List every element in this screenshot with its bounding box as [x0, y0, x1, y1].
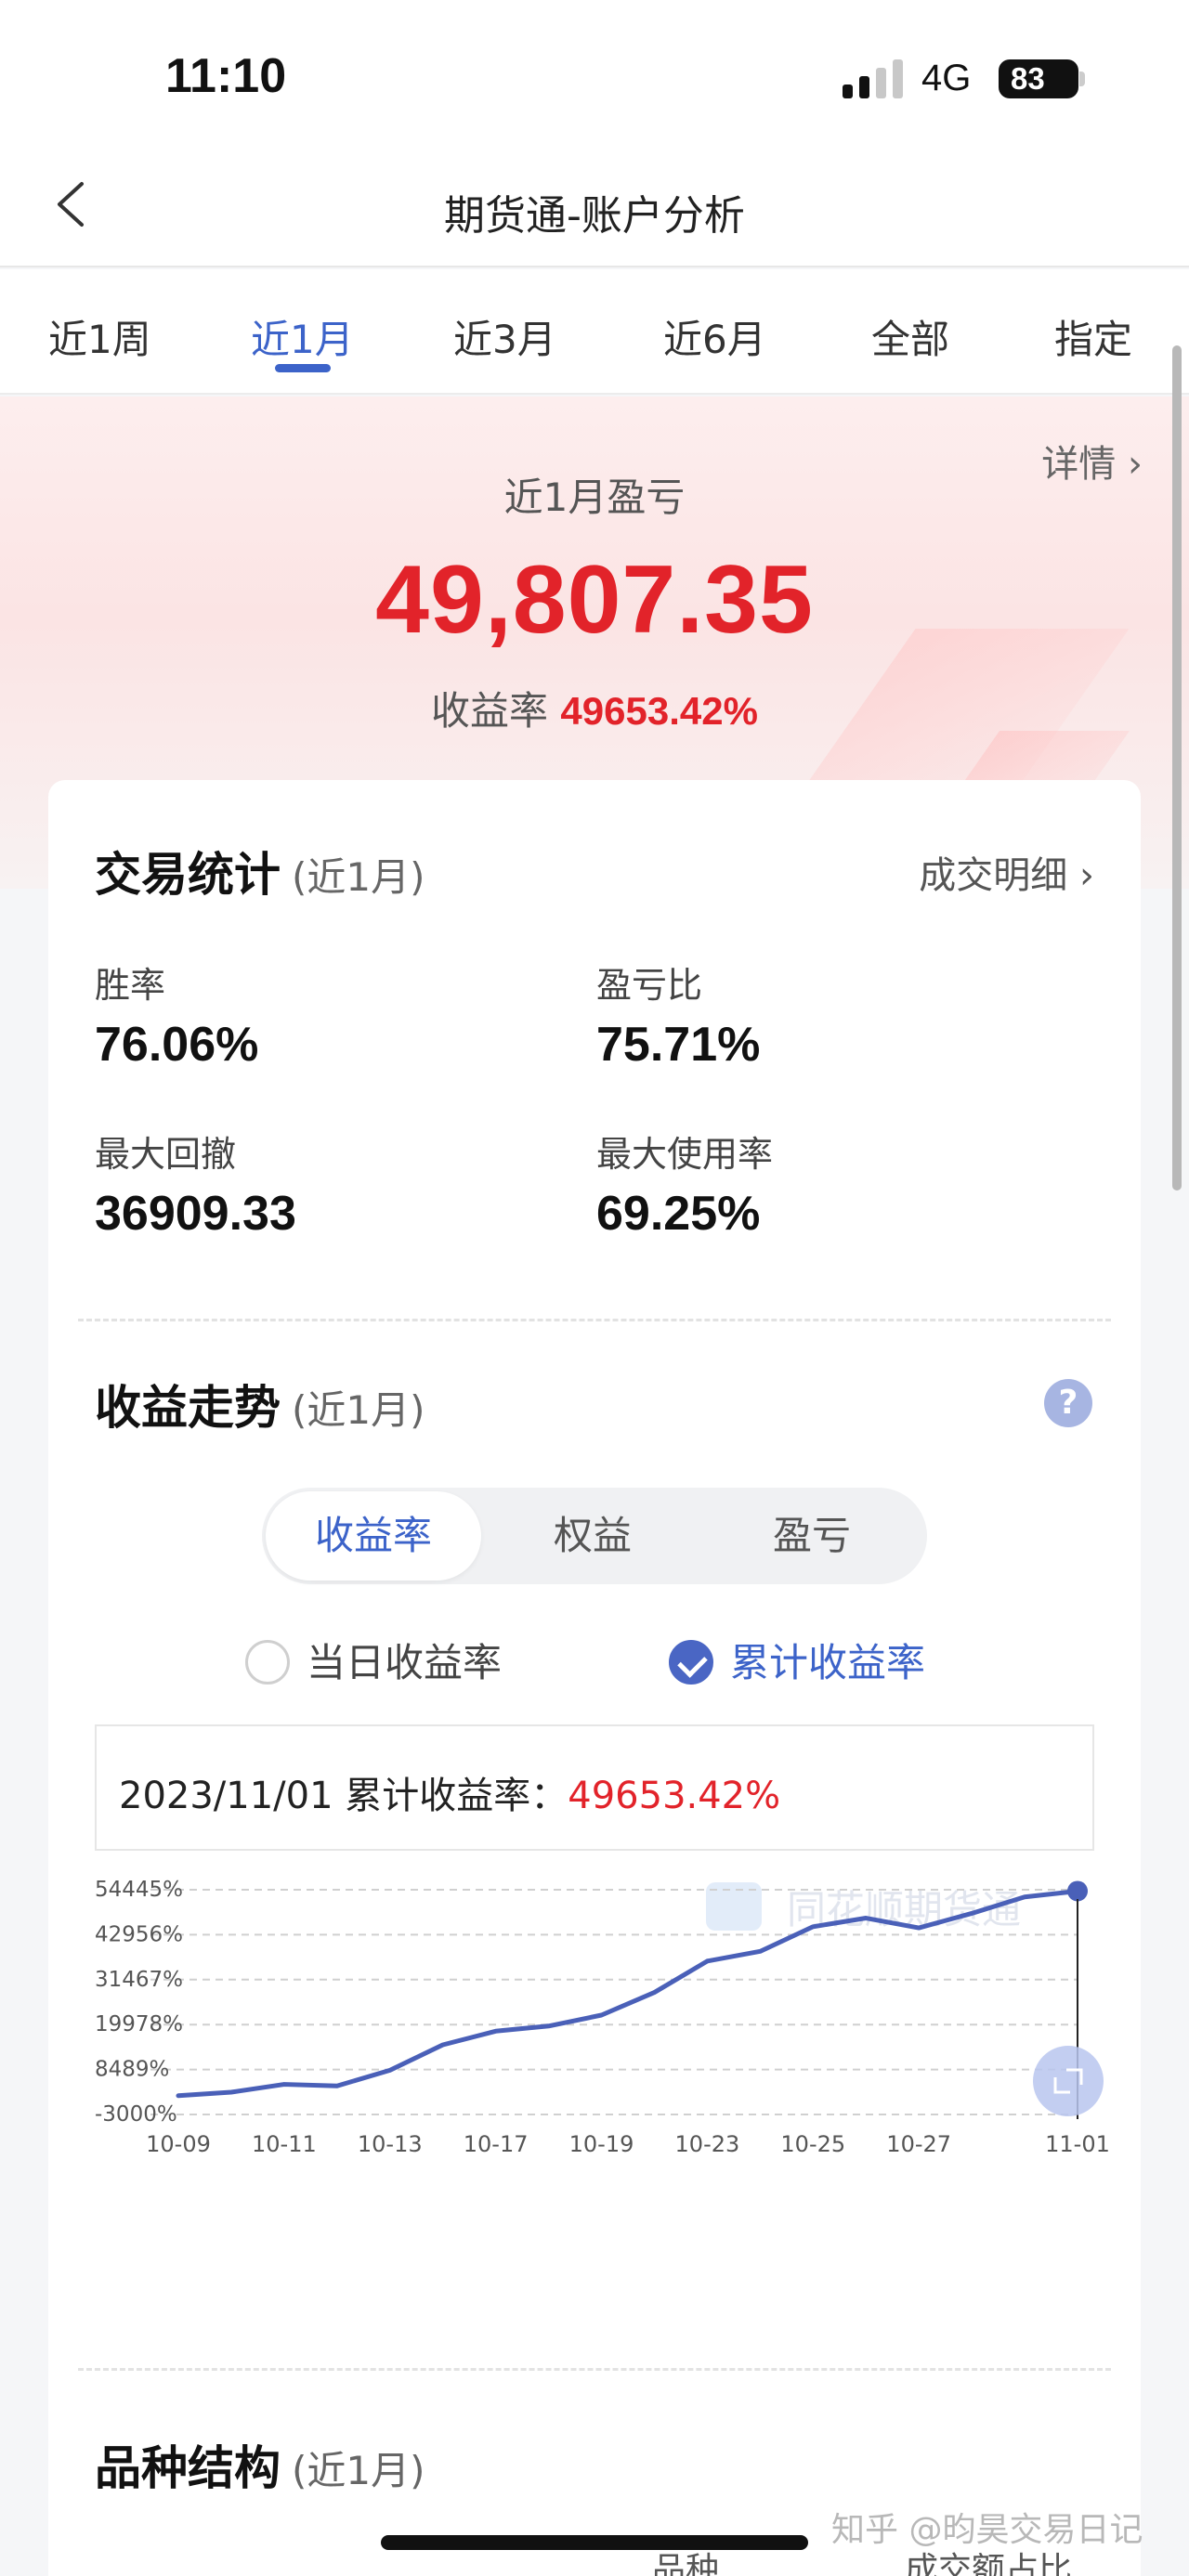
segment-equity[interactable]: 权益: [485, 1491, 700, 1581]
x-tick-label: 10-17: [464, 2131, 529, 2157]
y-tick-label: 54445%: [95, 1878, 183, 1902]
return-rate-value: 49653.42%: [560, 689, 758, 733]
radio-cumulative-return-label: 累计收益率: [730, 1640, 926, 1685]
trade-stats-title: 交易统计 (近1月): [95, 838, 425, 904]
profit-loss-ratio-label: 盈亏比: [596, 965, 703, 1006]
analysis-card: 交易统计 (近1月) 成交明细 › 胜率 76.06% 盈亏比 75.71% 最大…: [48, 780, 1141, 2576]
variety-subtitle: (近1月): [292, 2448, 425, 2493]
max-drawdown-value: 36909.33: [95, 1187, 296, 1241]
tab-active-indicator: [275, 364, 331, 372]
profit-label: 近1月盈亏: [503, 475, 686, 520]
scrollbar[interactable]: [1172, 345, 1182, 1190]
profit-value: 49,807.35: [375, 546, 814, 654]
x-tick-label: 10-09: [146, 2131, 211, 2157]
status-time: 11:10: [165, 49, 287, 103]
section-divider: [78, 1319, 1111, 1321]
win-rate-value: 76.06%: [95, 1018, 259, 1072]
trend-title-text: 收益走势: [95, 1381, 281, 1435]
max-drawdown-label: 最大回撤: [95, 1134, 237, 1175]
x-tick-label: 10-13: [358, 2131, 423, 2157]
signal-icon: [843, 58, 906, 98]
status-bar: 11:10 4G 83: [0, 0, 1189, 149]
x-tick-label: 10-25: [780, 2131, 845, 2157]
battery-cap: [1079, 72, 1085, 86]
y-tick-label: 31467%: [95, 1968, 183, 1992]
return-rate: 收益率 49653.42%: [0, 680, 1189, 736]
page-title: 期货通-账户分析: [444, 192, 745, 240]
tab-1-month[interactable]: 近1月: [251, 308, 354, 365]
period-tabs: 近1周 近1月 近3月 近6月 全部 指定: [0, 269, 1189, 395]
x-tick-label: 10-27: [886, 2131, 951, 2157]
profit-loss-ratio-value: 75.71%: [596, 1018, 761, 1072]
trade-detail-link[interactable]: 成交明细 ›: [919, 845, 1094, 899]
y-tick-label: 8489%: [95, 2058, 169, 2082]
segment-return-rate[interactable]: 收益率: [266, 1491, 481, 1581]
radio-daily-return-label: 当日收益率: [307, 1640, 503, 1685]
radio-daily-return[interactable]: 当日收益率: [245, 1632, 502, 1688]
x-tick-label: 10-11: [252, 2131, 317, 2157]
crosshair-info-box: 2023/11/01 累计收益率：49653.42%: [95, 1724, 1094, 1851]
tab-custom[interactable]: 指定: [1054, 308, 1132, 365]
fullscreen-button: [1033, 2046, 1104, 2116]
trade-stats-title-text: 交易统计: [95, 848, 281, 902]
segment-profit-loss[interactable]: 盈亏: [704, 1491, 920, 1581]
y-tick-label: 19978%: [95, 2012, 183, 2036]
checkmark-circle-icon: [669, 1639, 713, 1685]
tab-3-month[interactable]: 近3月: [453, 308, 556, 365]
x-tick-label: 10-23: [675, 2131, 740, 2157]
crosshair-info-value: 49653.42%: [568, 1775, 781, 1817]
series-line: [176, 1888, 1080, 2099]
y-tick-label: 42956%: [95, 1922, 183, 1946]
nav-header: 期货通-账户分析: [0, 149, 1189, 267]
tab-all[interactable]: 全部: [871, 308, 949, 365]
battery-icon: 83: [999, 59, 1078, 98]
tab-1-week[interactable]: 近1周: [48, 308, 151, 365]
data-point: [1067, 1880, 1088, 1902]
radio-cumulative-return[interactable]: 累计收益率: [669, 1632, 925, 1688]
return-rate-label: 收益率: [431, 688, 549, 734]
trend-subtitle: (近1月): [292, 1387, 425, 1433]
trend-title: 收益走势 (近1月): [95, 1371, 425, 1438]
network-label: 4G: [921, 58, 972, 98]
home-indicator[interactable]: [381, 2535, 808, 2550]
tab-6-month[interactable]: 近6月: [663, 308, 766, 365]
crosshair-info: 2023/11/01 累计收益率：49653.42%: [119, 1765, 780, 1819]
max-usage-value: 69.25%: [596, 1187, 761, 1241]
metric-segmented-control: 收益率 权益 盈亏: [262, 1488, 927, 1584]
zhihu-watermark: 知乎 @昀昊交易日记: [831, 2511, 1143, 2549]
help-icon[interactable]: ?: [1044, 1379, 1092, 1427]
trade-stats-subtitle: (近1月): [292, 854, 425, 900]
variety-title: 品种结构 (近1月): [95, 2431, 425, 2498]
cumulative-return-chart[interactable]: 同花顺期货通54445%42956%31467%19978%8489%-3000…: [48, 1871, 1141, 2187]
win-rate-label: 胜率: [95, 965, 166, 1006]
section-divider: [78, 2368, 1111, 2371]
y-tick-label: -3000%: [95, 2102, 177, 2127]
radio-circle-icon: [245, 1639, 290, 1685]
variety-title-text: 品种结构: [95, 2441, 281, 2495]
crosshair-info-label: 2023/11/01 累计收益率：: [119, 1775, 568, 1817]
x-tick-label: 10-19: [569, 2131, 634, 2157]
max-usage-label: 最大使用率: [596, 1134, 774, 1175]
x-tick-label: 11-01: [1045, 2131, 1110, 2157]
